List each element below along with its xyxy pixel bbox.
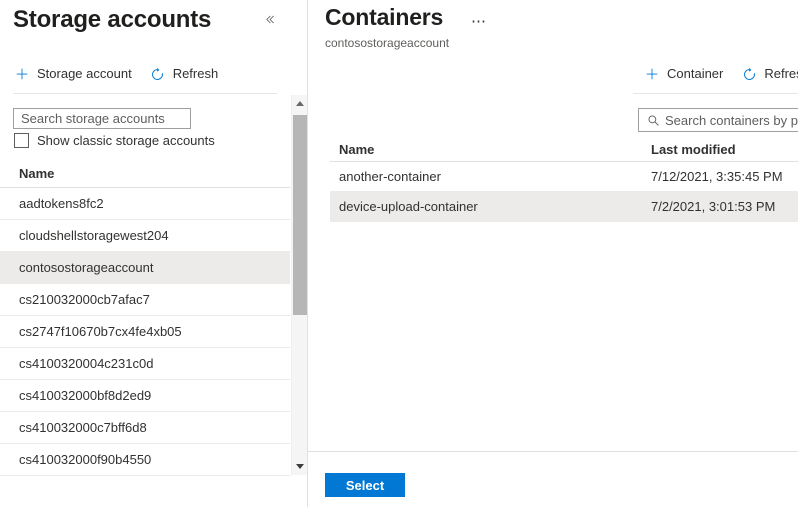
show-classic-storage-accounts-checkbox[interactable] [14,133,29,148]
triangle-up-icon[interactable] [292,95,308,112]
storage-account-row[interactable]: cs210032000cb7afac7 [0,284,290,316]
plus-icon [644,66,660,82]
storage-account-name: contosostorageaccount [19,260,153,275]
container-last-modified: 7/12/2021, 3:35:45 PM [650,169,798,184]
container-name: device-upload-container [330,199,650,214]
search-storage-accounts-input[interactable] [21,111,183,126]
show-classic-storage-accounts-label: Show classic storage accounts [37,133,215,148]
page-title: Storage accounts [13,6,211,34]
refresh-containers-button[interactable]: Refresh [741,66,798,82]
storage-account-name: cs410032000c7bff6d8 [19,420,147,435]
container-last-modified: 7/2/2021, 3:01:53 PM [650,199,798,214]
storage-account-name: aadtokens8fc2 [19,196,104,211]
storage-accounts-scrollbar[interactable] [291,95,307,475]
scroll-down-arrow [296,464,304,469]
containers-table: Name Last modified another-container7/12… [330,138,798,222]
containers-column-headers: Name Last modified [330,138,798,162]
footer-divider [308,451,798,452]
storage-accounts-toolbar: Storage account Refresh [14,66,218,82]
storage-account-row[interactable]: cs410032000c7bff6d8 [0,412,290,444]
search-storage-accounts-box[interactable] [13,108,191,129]
storage-accounts-panel: Storage accounts Storage account [0,0,308,507]
add-storage-account-button[interactable]: Storage account [14,66,132,82]
storage-account-row[interactable]: cs2747f10670b7cx4fe4xb05 [0,316,290,348]
storage-account-picker-dialog: Storage accounts Storage account [0,0,798,507]
refresh-icon [150,66,166,82]
refresh-storage-accounts-button[interactable]: Refresh [150,66,219,82]
container-row[interactable]: another-container7/12/2021, 3:35:45 PM [330,162,798,192]
column-header-last-modified: Last modified [650,142,798,157]
add-container-button[interactable]: Container [644,66,723,82]
search-icon [646,113,660,127]
refresh-storage-accounts-label: Refresh [173,66,219,82]
show-classic-storage-accounts-row[interactable]: Show classic storage accounts [14,133,215,148]
storage-account-name: cs410032000f90b4550 [19,452,151,467]
storage-account-row[interactable]: aadtokens8fc2 [0,188,290,220]
storage-account-name: cloudshellstoragewest204 [19,228,169,243]
containers-title: Containers [325,4,443,31]
ellipsis-icon[interactable]: ⋯ [468,10,490,32]
containers-toolbar: Container Refresh [644,66,798,82]
refresh-containers-label: Refresh [764,66,798,82]
select-button[interactable]: Select [325,473,405,497]
storage-accounts-column-header: Name [0,160,290,188]
storage-account-name: cs210032000cb7afac7 [19,292,150,307]
triangle-down-icon[interactable] [292,458,308,475]
scrollbar-thumb[interactable] [293,115,307,315]
column-header-name: Name [330,142,650,157]
containers-subtitle: contosostorageaccount [325,36,449,50]
search-containers-box[interactable] [638,108,798,132]
scroll-up-arrow [296,101,304,106]
storage-account-name: cs2747f10670b7cx4fe4xb05 [19,324,182,339]
storage-account-name: cs410032000bf8d2ed9 [19,388,151,403]
storage-account-row[interactable]: cs4100320004c231c0d [0,348,290,380]
container-name: another-container [330,169,650,184]
storage-account-row[interactable]: contosostorageaccount [0,252,290,284]
storage-account-name: cs4100320004c231c0d [19,356,153,371]
storage-accounts-list: Name aadtokens8fc2 cloudshellstoragewest2… [0,160,290,476]
chevron-double-left-icon[interactable] [258,8,280,30]
plus-icon [14,66,30,82]
refresh-icon [741,66,757,82]
toolbar-divider [633,93,798,94]
add-container-label: Container [667,66,723,82]
storage-account-row[interactable]: cs410032000f90b4550 [0,444,290,476]
container-row[interactable]: device-upload-container7/2/2021, 3:01:53… [330,192,798,222]
search-containers-input[interactable] [665,113,798,128]
add-storage-account-label: Storage account [37,66,132,82]
storage-account-row[interactable]: cloudshellstoragewest204 [0,220,290,252]
toolbar-divider [13,93,277,94]
containers-panel: Containers ⋯ contosostorageaccount Conta… [308,0,798,507]
storage-account-row[interactable]: cs410032000bf8d2ed9 [0,380,290,412]
